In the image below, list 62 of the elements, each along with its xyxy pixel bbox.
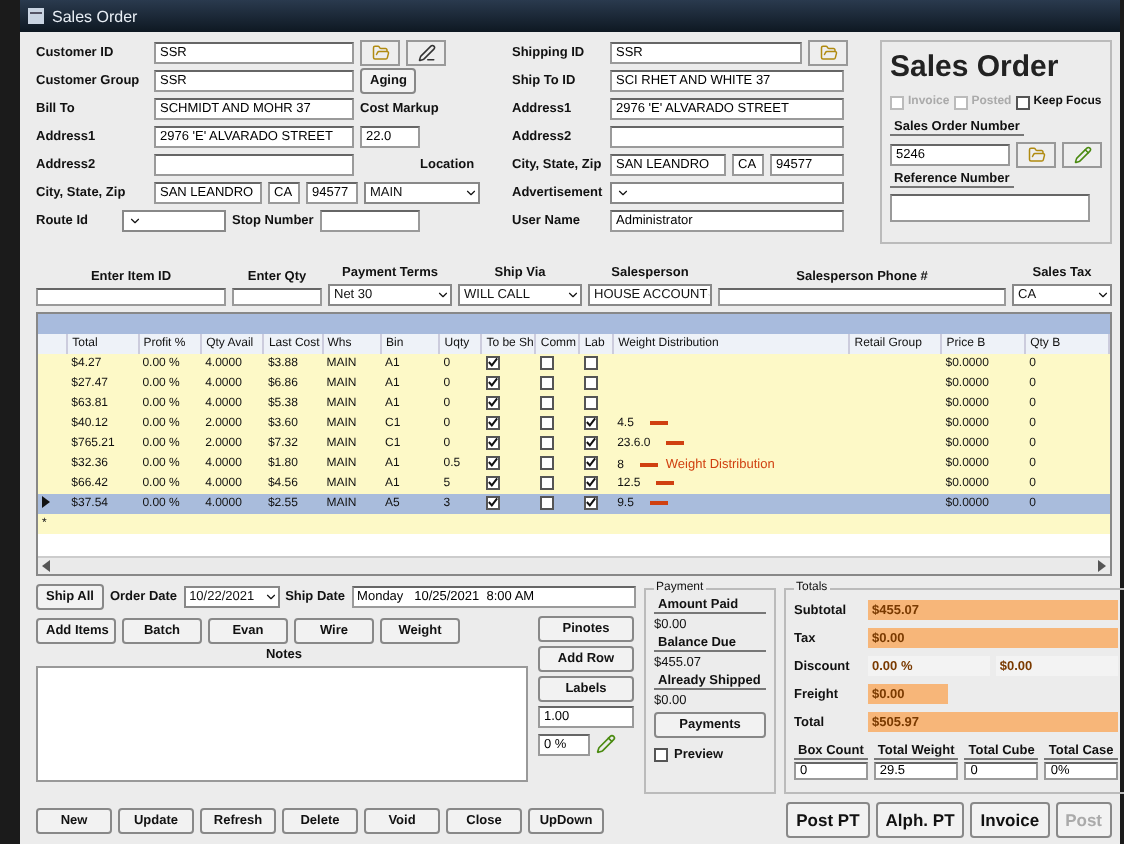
scroll-right-icon bbox=[1092, 558, 1110, 574]
input-field[interactable] bbox=[718, 288, 1006, 306]
caret-icon bbox=[436, 288, 450, 302]
app-icon bbox=[28, 8, 44, 24]
folder-icon bbox=[819, 43, 837, 61]
folder-icon bbox=[1027, 145, 1045, 163]
caret-icon bbox=[566, 288, 580, 302]
checkbox[interactable] bbox=[485, 475, 500, 490]
open-folder-button[interactable] bbox=[808, 39, 848, 65]
pencil-icon bbox=[1073, 145, 1091, 163]
checkbox[interactable] bbox=[583, 435, 598, 450]
pen-icon bbox=[417, 43, 435, 61]
caret-icon bbox=[616, 185, 630, 199]
caret-icon bbox=[263, 589, 278, 603]
caret-icon bbox=[464, 185, 478, 199]
dropdown[interactable] bbox=[122, 209, 226, 231]
print-button[interactable]: Alph. PT bbox=[875, 802, 965, 838]
checkbox[interactable] bbox=[583, 395, 598, 409]
checkbox[interactable] bbox=[583, 455, 598, 470]
input-field[interactable] bbox=[232, 288, 322, 306]
window-title: Sales Order bbox=[52, 7, 138, 25]
row-pointer-icon bbox=[42, 496, 50, 508]
checkbox[interactable] bbox=[485, 495, 500, 510]
checkbox[interactable] bbox=[583, 475, 598, 490]
checkbox[interactable] bbox=[539, 435, 554, 449]
input-field[interactable] bbox=[154, 153, 354, 175]
checkbox[interactable] bbox=[485, 415, 500, 430]
checkbox[interactable] bbox=[539, 495, 554, 509]
checkbox[interactable] bbox=[583, 495, 598, 510]
dropdown[interactable] bbox=[610, 181, 844, 203]
checkbox[interactable] bbox=[485, 355, 500, 370]
edit-icon bbox=[596, 734, 616, 754]
checkbox[interactable] bbox=[583, 375, 598, 389]
checkbox[interactable] bbox=[539, 455, 554, 469]
open-folder-button[interactable] bbox=[1016, 141, 1056, 167]
checkbox[interactable] bbox=[539, 375, 554, 389]
checkbox[interactable] bbox=[1015, 95, 1030, 109]
checkbox[interactable] bbox=[485, 455, 500, 470]
checkbox[interactable] bbox=[539, 415, 554, 429]
input-field[interactable] bbox=[890, 194, 1090, 222]
checkbox[interactable] bbox=[539, 475, 554, 489]
notes-field[interactable] bbox=[36, 666, 528, 782]
input-field[interactable] bbox=[36, 288, 226, 306]
form-title: Sales Order bbox=[890, 50, 1061, 84]
checkbox[interactable] bbox=[485, 375, 500, 390]
print-button[interactable]: Invoice bbox=[970, 802, 1050, 838]
checkbox[interactable] bbox=[539, 395, 554, 409]
caret-icon bbox=[1096, 288, 1110, 302]
checkbox[interactable] bbox=[539, 355, 554, 369]
input-field[interactable] bbox=[610, 125, 844, 147]
checkbox[interactable] bbox=[485, 435, 500, 450]
print-button[interactable]: Post PT bbox=[786, 802, 870, 838]
folder-icon bbox=[371, 43, 389, 61]
input-field[interactable] bbox=[319, 209, 420, 231]
horizontal-scrollbar[interactable] bbox=[38, 556, 1110, 574]
scroll-left-icon bbox=[38, 558, 56, 574]
checkbox[interactable] bbox=[583, 355, 598, 369]
checkbox[interactable] bbox=[485, 395, 500, 410]
checkbox[interactable] bbox=[583, 415, 598, 430]
edit-button[interactable] bbox=[406, 39, 446, 65]
caret-icon bbox=[128, 213, 142, 227]
checkbox[interactable] bbox=[654, 747, 668, 761]
